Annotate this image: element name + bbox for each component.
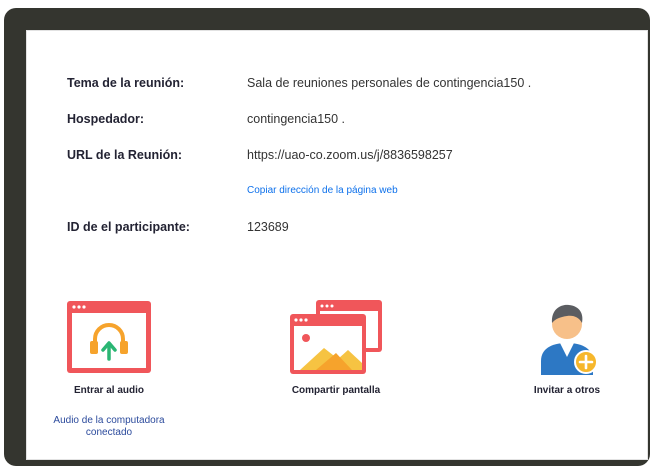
topic-label: Tema de la reunión:	[67, 76, 185, 90]
participant-id-value: 123689	[247, 220, 289, 234]
host-label: Hospedador:	[67, 112, 145, 126]
invite-user-icon	[541, 304, 598, 375]
copy-url-link[interactable]: Copiar dirección de la página web	[247, 185, 398, 196]
join-audio-button[interactable]: Entrar al audio	[29, 297, 189, 396]
participant-id-label: ID de el participante:	[67, 220, 190, 234]
join-audio-label: Entrar al audio	[73, 385, 144, 396]
meeting-info-panel: Tema de la reunión: Sala de reuniones pe…	[26, 30, 648, 460]
host-value: contingencia150 .	[247, 112, 345, 126]
topic-value: Sala de reuniones personales de continge…	[247, 76, 532, 90]
invite-others-button[interactable]: Invitar a otros	[487, 297, 647, 396]
share-screen-label: Compartir pantalla	[291, 385, 381, 396]
url-value: https://uao-co.zoom.us/j/8836598257	[247, 148, 453, 162]
share-screen-button[interactable]: Compartir pantalla	[256, 297, 416, 396]
audio-status-text: Audio de la computadora conectado	[53, 415, 165, 438]
headphones-icon	[67, 301, 151, 373]
url-label: URL de la Reunión:	[67, 148, 183, 162]
invite-others-label: Invitar a otros	[533, 385, 601, 396]
window-frame: Tema de la reunión: Sala de reuniones pe…	[4, 8, 650, 466]
share-screen-icon	[290, 300, 382, 374]
